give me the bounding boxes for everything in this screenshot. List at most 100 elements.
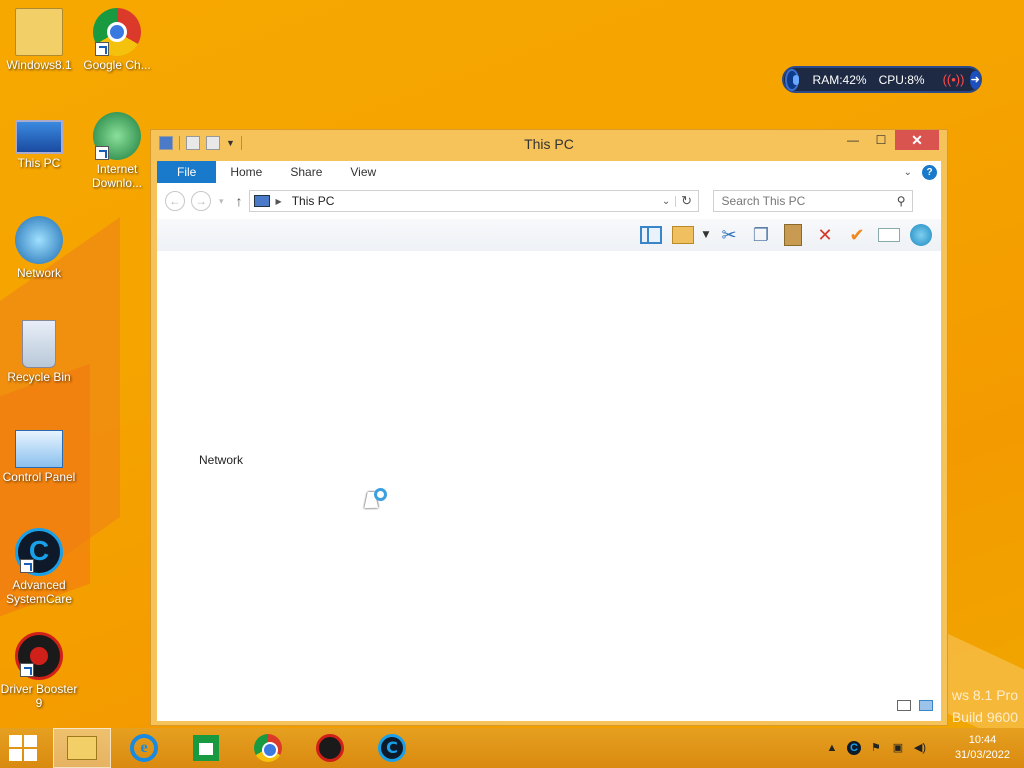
tab-view[interactable]: View xyxy=(336,161,390,183)
taskbar-driver-booster[interactable] xyxy=(301,728,359,768)
folder-options-dropdown[interactable]: ▼ xyxy=(699,221,713,249)
taskbar-store[interactable] xyxy=(177,728,235,768)
tab-home[interactable]: Home xyxy=(216,161,276,183)
navigation-pane-button[interactable] xyxy=(635,221,667,249)
show-hidden-icons-chevron-icon[interactable]: ▲ xyxy=(825,741,839,755)
tab-share[interactable]: Share xyxy=(276,161,336,183)
system-monitor-widget[interactable]: RAM:42% CPU:8% ((•)) ➜ xyxy=(782,66,982,93)
help-icon[interactable]: ? xyxy=(922,164,937,180)
watermark-line-2: Build 9600 xyxy=(951,709,1018,725)
widget-status-icon xyxy=(785,68,799,91)
start-button[interactable] xyxy=(9,735,39,761)
close-button[interactable]: ✕ xyxy=(895,130,939,150)
desktop-icon-label: Google Ch... xyxy=(83,58,151,72)
ram-usage: RAM:42% xyxy=(812,72,867,87)
desktop-icon-label: Windows8.1 xyxy=(6,58,72,72)
desktop-icon-label: Internet Downlo... xyxy=(91,162,143,190)
desktop-icon-label: Network xyxy=(16,266,61,280)
copy-button[interactable]: ❐ xyxy=(745,221,777,249)
group-header-network[interactable]: Network xyxy=(199,453,243,467)
watermark-line-1: ws 8.1 Pro xyxy=(951,687,1018,703)
desktop-icon-google-chrome[interactable]: Google Ch... xyxy=(78,8,156,72)
select-button[interactable]: ✔ xyxy=(841,221,873,249)
taskbar-advanced-systemcare[interactable]: C xyxy=(363,728,421,768)
file-list-pane[interactable]: Network xyxy=(157,251,941,721)
recent-locations-chevron-icon[interactable]: ▾ xyxy=(219,196,224,207)
search-placeholder: Search This PC xyxy=(721,194,806,208)
search-input[interactable]: Search This PC ⚲ xyxy=(712,190,913,212)
details-view-icon[interactable] xyxy=(897,700,911,711)
refresh-button[interactable]: ↻ xyxy=(676,193,698,209)
up-button[interactable]: ↑ xyxy=(236,193,243,209)
large-icons-view-icon[interactable] xyxy=(919,700,933,711)
computer-icon xyxy=(15,120,63,154)
rename-icon xyxy=(878,228,900,242)
explorer-window[interactable]: ▼ This PC — ☐ ✕ File Home Share View ⌄ ?… xyxy=(150,129,948,726)
control-panel-icon xyxy=(15,430,63,468)
folder-options-button[interactable] xyxy=(667,221,699,249)
paste-button[interactable] xyxy=(777,221,809,249)
clock-time: 10:44 xyxy=(968,734,997,746)
advanced-systemcare-tray-icon[interactable]: C xyxy=(846,741,861,755)
desktop-icon-this-pc[interactable]: This PC xyxy=(0,112,78,170)
taskbar-file-explorer[interactable] xyxy=(53,728,111,768)
cpu-usage: CPU:8% xyxy=(878,72,925,87)
maximize-button[interactable]: ☐ xyxy=(867,130,895,150)
window-controls: — ☐ ✕ xyxy=(839,130,939,150)
chrome-icon xyxy=(254,734,282,762)
tab-file[interactable]: File xyxy=(157,161,217,183)
delete-button[interactable]: ✕ xyxy=(809,221,841,249)
desktop-icon-internet-download-manager[interactable]: Internet Downlo... xyxy=(78,112,156,190)
desktop-icon-label: Advanced SystemCare xyxy=(5,578,73,606)
desktop-icon-driver-booster[interactable]: Driver Booster 9 xyxy=(0,632,78,710)
search-icon: ⚲ xyxy=(896,194,906,208)
this-pc-icon xyxy=(253,195,270,207)
breadcrumb-separator-icon[interactable]: ▶ xyxy=(276,197,282,206)
checkmark-icon: ✔ xyxy=(849,224,865,246)
folder-check-icon xyxy=(672,226,694,244)
volume-icon[interactable]: ◀) xyxy=(913,741,927,755)
clock-date: 31/03/2022 xyxy=(954,749,1010,761)
desktop-icon-recycle-bin[interactable]: Recycle Bin xyxy=(0,320,78,384)
widget-arrow-icon[interactable]: ➜ xyxy=(970,70,980,89)
clipboard-icon xyxy=(784,224,802,246)
copy-icon: ❐ xyxy=(752,224,770,246)
internet-explorer-icon: e xyxy=(130,734,158,762)
taskbar-internet-explorer[interactable]: e xyxy=(115,728,173,768)
scissors-icon: ✂ xyxy=(721,224,737,246)
breadcrumb-this-pc[interactable]: This PC xyxy=(292,194,335,208)
driver-booster-icon xyxy=(316,734,344,762)
chrome-icon xyxy=(93,8,141,56)
globe-icon xyxy=(910,224,932,246)
network-button[interactable] xyxy=(905,221,937,249)
ribbon-tabs: File Home Share View ⌄ ? xyxy=(157,161,941,183)
navigation-pane-icon xyxy=(640,226,662,244)
desktop-icon-label: Control Panel xyxy=(2,470,76,484)
file-explorer-icon xyxy=(67,736,97,760)
busy-spinner-icon xyxy=(374,488,387,501)
desktop-icon-network[interactable]: Network xyxy=(0,216,78,280)
address-bar[interactable]: ▶ This PC ⌄ ↻ xyxy=(248,190,699,212)
back-button[interactable]: ← xyxy=(165,191,185,211)
taskbar-chrome[interactable] xyxy=(239,728,297,768)
desktop-icon-advanced-systemcare[interactable]: C Advanced SystemCare xyxy=(0,528,78,606)
rename-button[interactable] xyxy=(873,221,905,249)
title-bar[interactable]: ▼ This PC — ☐ ✕ xyxy=(151,130,947,158)
desktop-icon-label: This PC xyxy=(17,156,61,170)
address-dropdown-icon[interactable]: ⌄ xyxy=(658,195,676,207)
view-switcher xyxy=(897,700,933,711)
navigation-bar: ← → ▾ ↑ ▶ This PC ⌄ ↻ Search This PC ⚲ xyxy=(157,183,941,219)
taskbar: e C ▲ C ⚑ ▣ ◀) 10:44 31/03/2022 xyxy=(0,728,1024,768)
recycle-bin-icon xyxy=(22,320,56,368)
minimize-button[interactable]: — xyxy=(839,130,867,150)
desktop-icon-windows81[interactable]: Windows8.1 xyxy=(0,8,78,72)
system-tray: ▲ C ⚑ ▣ ◀) 10:44 31/03/2022 xyxy=(825,733,1024,763)
windows-logo-icon xyxy=(9,735,22,747)
forward-button[interactable]: → xyxy=(191,191,211,211)
clock[interactable]: 10:44 31/03/2022 xyxy=(955,733,1010,763)
cut-button[interactable]: ✂ xyxy=(713,221,745,249)
action-center-flag-icon[interactable]: ⚑ xyxy=(869,741,883,755)
expand-ribbon-chevron-icon[interactable]: ⌄ xyxy=(904,167,912,178)
network-tray-icon[interactable]: ▣ xyxy=(891,741,905,755)
desktop-icon-control-panel[interactable]: Control Panel xyxy=(0,424,78,484)
